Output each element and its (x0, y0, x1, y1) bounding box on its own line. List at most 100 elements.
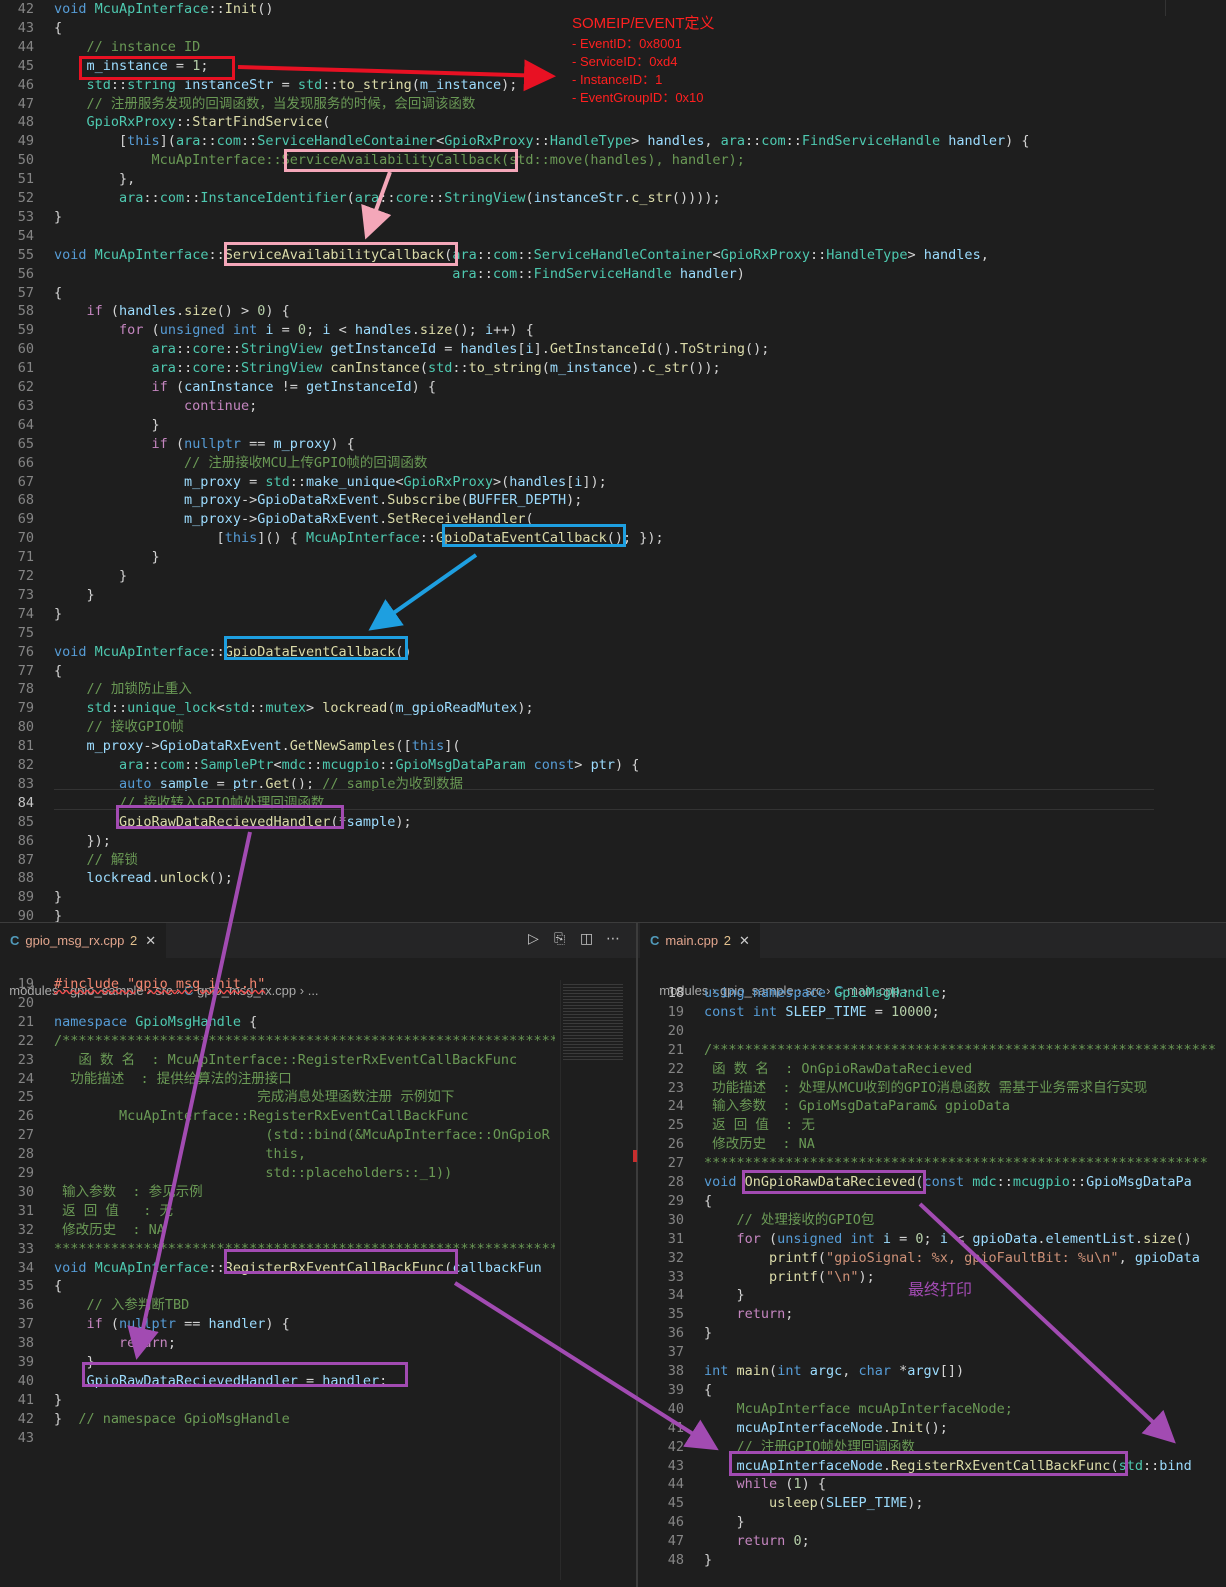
pane-divider[interactable] (636, 922, 638, 1587)
code-line[interactable]: 57 { (0, 284, 62, 303)
code-line[interactable]: 68 m_proxy->GpioDataRxEvent.Subscribe(BU… (0, 491, 583, 510)
code-line[interactable]: 34 void McuApInterface::RegisterRxEventCa… (0, 1259, 542, 1278)
code-line[interactable]: 69 m_proxy->GpioDataRxEvent.SetReceiveHa… (0, 510, 534, 529)
code-line[interactable]: 88 lockread.unlock(); (0, 869, 233, 888)
code-line[interactable]: 85 GpioRawDataRecievedHandler(*sample); (0, 813, 412, 832)
code-line[interactable]: 89} (0, 888, 62, 907)
code-line[interactable]: 26 修改历史 : NA (650, 1135, 815, 1154)
code-line[interactable]: 34 } (650, 1286, 745, 1305)
code-line[interactable]: 42 void McuApInterface::Init() (0, 0, 274, 19)
code-line[interactable]: 21 namespace GpioMsgHandle { (0, 1013, 258, 1032)
code-line[interactable]: 24 功能描述 : 提供给算法的注册接口 (0, 1070, 292, 1089)
close-icon[interactable]: ✕ (739, 933, 750, 948)
tab-main-cpp[interactable]: Cmain.cpp 2 ✕ (640, 923, 760, 958)
code-line[interactable]: 41 mcuApInterfaceNode.Init(); (650, 1419, 948, 1438)
code-line[interactable]: 36} (650, 1324, 712, 1343)
code-line[interactable]: 56 ara::com::FindServiceHandle handler) (0, 265, 745, 284)
code-line[interactable]: 37 (650, 1343, 704, 1362)
code-line[interactable]: 45 m_instance = 1; (0, 57, 209, 76)
code-line[interactable]: 60 ara::core::StringView getInstanceId =… (0, 340, 770, 359)
code-line[interactable]: 50 McuApInterface::ServiceAvailabilityCa… (0, 151, 745, 170)
code-line[interactable]: 42 // 注册GPIO帧处理回调函数 (650, 1438, 915, 1457)
run-icon[interactable]: ▷ (528, 931, 539, 947)
code-line[interactable]: 25 完成消息处理函数注册 示例如下 (0, 1088, 455, 1107)
code-line[interactable]: 64 } (0, 416, 160, 435)
left-minimap[interactable] (560, 980, 637, 1580)
code-line[interactable]: 35 { (0, 1277, 62, 1296)
left-editor[interactable]: 19 #include "gpio_msg_init.h" 20 21 namespac… (0, 975, 555, 1587)
code-line[interactable]: 62 if (canInstance != getInstanceId) { (0, 378, 436, 397)
code-line[interactable]: 43 { (0, 19, 62, 38)
code-line[interactable]: 33 printf("\n"); (650, 1268, 875, 1287)
code-line[interactable]: 87 // 解锁 (0, 851, 138, 870)
code-line[interactable]: 23 功能描述 : 处理从MCU收到的GPIO消息函数 需基于业务需求自行实现 (650, 1079, 1147, 1098)
code-line[interactable]: 58 if (handles.size() > 0) { (0, 302, 290, 321)
code-line[interactable]: 65 if (nullptr == m_proxy) { (0, 435, 355, 454)
more-actions-icon[interactable]: ⋯ (606, 931, 620, 947)
code-line[interactable]: 45 usleep(SLEEP_TIME); (650, 1494, 924, 1513)
code-line[interactable]: 76 void McuApInterface::GpioDataEventCall… (0, 643, 412, 662)
code-line[interactable]: 59 for (unsigned int i = 0; i < handles.… (0, 321, 534, 340)
code-line[interactable]: 55 void McuApInterface::ServiceAvailabili… (0, 246, 989, 265)
code-line[interactable]: 26 McuApInterface::RegisterRxEventCallBa… (0, 1107, 469, 1126)
code-line[interactable]: 79 std::unique_lock<std::mutex> lockread… (0, 699, 534, 718)
code-line[interactable]: 32 printf("gpioSignal: %x, gpioFaultBit:… (650, 1249, 1200, 1268)
code-line[interactable]: 30 // 处理接收的GPIO包 (650, 1211, 875, 1230)
top-editor[interactable]: 42 void McuApInterface::Init() 43{44 // in… (0, 0, 1160, 924)
code-line[interactable]: 46 } (650, 1513, 745, 1532)
code-line[interactable]: 63 continue; (0, 397, 257, 416)
code-line[interactable]: 19 #include "gpio_msg_init.h" (0, 975, 266, 994)
top-minimap[interactable] (1165, 0, 1216, 16)
code-line[interactable]: 43 (0, 1429, 54, 1448)
code-line[interactable]: 35 return; (650, 1305, 794, 1324)
code-line[interactable]: 42} // namespace GpioMsgHandle (0, 1410, 290, 1429)
code-line[interactable]: 31 for (unsigned int i = 0; i < gpioData… (650, 1230, 1192, 1249)
code-line[interactable]: 20 (0, 994, 54, 1013)
code-line[interactable]: 30 输入参数 : 参见示例 (0, 1183, 203, 1202)
code-line[interactable]: 80 // 接收GPIO帧 (0, 718, 184, 737)
tab-gpio-msg-rx[interactable]: Cgpio_msg_rx.cpp 2 ✕ (0, 923, 167, 958)
code-line[interactable]: 77 { (0, 662, 62, 681)
code-line[interactable]: 74} (0, 605, 62, 624)
code-line[interactable]: 61 ara::core::StringView canInstance(std… (0, 359, 721, 378)
code-line[interactable]: 21 /*************************************… (650, 1041, 1216, 1060)
code-line[interactable]: 22 函 数 名 : OnGpioRawDataRecieved (650, 1060, 972, 1079)
code-line[interactable]: 82 ara::com::SamplePtr<mdc::mcugpio::Gpi… (0, 756, 640, 775)
code-line[interactable]: 67 m_proxy = std::make_unique<GpioRxProx… (0, 473, 607, 492)
code-line[interactable]: 25 返 回 值 : 无 (650, 1116, 815, 1135)
code-line[interactable]: 38 return; (0, 1334, 176, 1353)
close-icon[interactable]: ✕ (145, 933, 156, 948)
code-line[interactable]: 22 /*************************************… (0, 1032, 555, 1051)
code-line[interactable]: 75 (0, 624, 54, 643)
right-breadcrumb[interactable]: modules › gpio_sample › src › C main.cpp… (652, 958, 922, 998)
code-line[interactable]: 40 GpioRawDataRecievedHandler = handler; (0, 1372, 388, 1391)
code-line[interactable]: 20 (650, 1022, 704, 1041)
code-line[interactable]: 43 mcuApInterfaceNode.RegisterRxEventCal… (650, 1457, 1192, 1476)
code-line[interactable]: 46 std::string instanceStr = std::to_str… (0, 76, 518, 95)
code-line[interactable]: 44 // instance ID (0, 38, 201, 57)
code-line[interactable]: 33 **************************************… (0, 1240, 555, 1259)
code-line[interactable]: 18 using namespace GpioMsgHandle; (650, 984, 948, 1003)
code-line[interactable]: 48 GpioRxProxy::StartFindService( (0, 113, 331, 132)
code-line[interactable]: 47 return 0; (650, 1532, 810, 1551)
code-line[interactable]: 54 (0, 227, 54, 246)
code-line[interactable]: 53} (0, 208, 62, 227)
code-line[interactable]: 49 [this](ara::com::ServiceHandleContain… (0, 132, 1030, 151)
code-line[interactable]: 27 **************************************… (650, 1154, 1208, 1173)
code-line[interactable]: 27 (std::bind(&McuApInterface::OnGpioR (0, 1126, 550, 1145)
code-line[interactable]: 24 输入参数 : GpioMsgDataParam& gpioData (650, 1097, 1010, 1116)
code-line[interactable]: 78 // 加锁防止重入 (0, 680, 192, 699)
code-line[interactable]: 44 while (1) { (650, 1475, 826, 1494)
code-line[interactable]: 28 void OnGpioRawDataRecieved(const mdc::… (650, 1173, 1192, 1192)
code-line[interactable]: 39 { (650, 1381, 712, 1400)
code-line[interactable]: 70 [this]() { McuApInterface::GpioDataEv… (0, 529, 664, 548)
code-line[interactable]: 41} (0, 1391, 62, 1410)
code-line[interactable]: 31 返 回 值 : 无 (0, 1202, 173, 1221)
code-line[interactable]: 73 } (0, 586, 95, 605)
code-line[interactable]: 39 } (0, 1353, 95, 1372)
split-editor-icon[interactable]: ◫ (580, 931, 593, 947)
code-line[interactable]: 47 // 注册服务发现的回调函数，当发现服务的时候，会回调该函数 (0, 95, 476, 114)
code-line[interactable]: 28 this, (0, 1145, 306, 1164)
code-line[interactable]: 38 int main(int argc, char *argv[]) (650, 1362, 964, 1381)
code-line[interactable]: 19 const int SLEEP_TIME = 10000; (650, 1003, 940, 1022)
